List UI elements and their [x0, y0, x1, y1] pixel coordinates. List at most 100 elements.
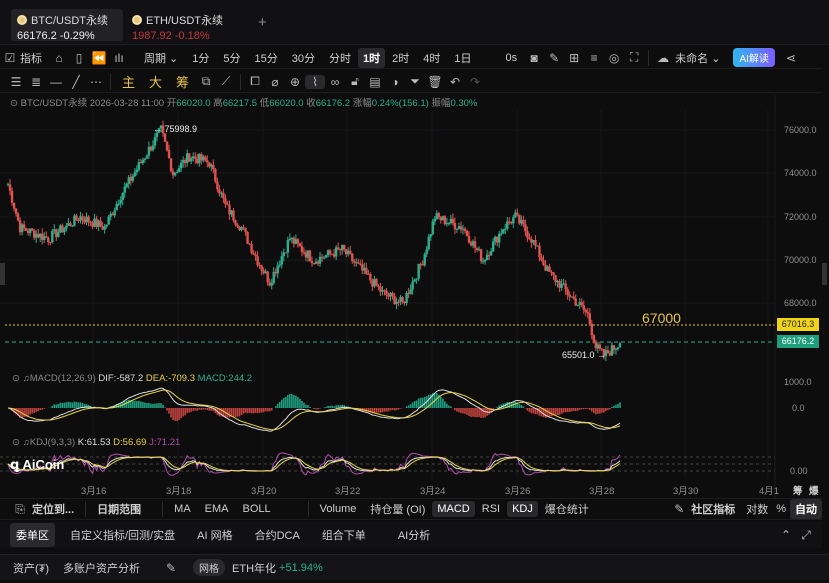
indicator-rsi[interactable]: RSI	[475, 503, 507, 515]
candle	[272, 271, 275, 283]
bell-icon[interactable]: ♫	[23, 437, 30, 448]
edit-icon[interactable]: ✎	[669, 502, 689, 516]
multi-account-analysis[interactable]: 多账户资产分析	[56, 560, 147, 576]
price-tick: 68000.0	[784, 298, 817, 308]
candle	[300, 246, 304, 252]
candle	[528, 237, 531, 239]
candle	[57, 232, 60, 238]
price-tick: 70000.0	[784, 255, 817, 265]
macd-dea: DEA:-709.3	[145, 373, 196, 384]
candle	[320, 256, 324, 258]
candle	[256, 256, 259, 265]
candle	[194, 156, 197, 159]
candle	[512, 217, 515, 224]
indicator-ma[interactable]: MA	[167, 503, 198, 515]
candle	[49, 242, 52, 244]
community-indicators-button[interactable]: 社区指标	[689, 501, 742, 517]
bell-icon[interactable]: ♫	[23, 373, 30, 384]
candle	[534, 240, 537, 246]
price-tick: 72000.0	[784, 212, 817, 222]
candle	[409, 289, 412, 295]
candle	[342, 244, 346, 250]
candle	[481, 261, 485, 263]
x-tick: 3月20	[251, 486, 277, 497]
locate-button[interactable]: 定位到...	[30, 501, 81, 517]
date-range-button[interactable]: 日期范围	[90, 501, 148, 517]
high-annotation-value: 75998.9	[164, 124, 198, 134]
grid-badge[interactable]: 网格	[193, 559, 226, 576]
candle	[288, 239, 292, 241]
indicator-liquidation[interactable]: 爆仓统计	[538, 501, 596, 517]
price-level-label: 67000	[642, 310, 681, 326]
tab-contract-dca[interactable]: 合约DCA	[248, 527, 307, 543]
chevron-up-icon[interactable]: ⌃	[776, 528, 796, 542]
candle	[504, 228, 507, 230]
candle	[75, 215, 78, 221]
indicator-volume[interactable]: Volume	[313, 503, 364, 515]
tab-combo-order[interactable]: 组合下单	[315, 527, 373, 543]
candle	[107, 216, 110, 225]
indicator-kdj[interactable]: KDJ	[507, 501, 538, 517]
liquidation-toggle[interactable]: 爆	[809, 483, 819, 497]
candle	[375, 278, 378, 286]
expand-icon[interactable]: ⤢	[796, 528, 816, 543]
candle	[153, 136, 157, 146]
candle	[377, 285, 380, 287]
chip-toggle[interactable]: 筹	[793, 483, 803, 497]
indicator-macd[interactable]: MACD	[432, 501, 475, 517]
tab-custom-indicators[interactable]: 自定义指标/回测/实盘	[63, 527, 182, 543]
tab-ai-analysis[interactable]: AI分析	[391, 527, 437, 543]
indicator-boll[interactable]: BOLL	[236, 503, 278, 515]
candle	[479, 249, 483, 262]
candle	[71, 225, 74, 227]
percent-scale-toggle[interactable]: %	[772, 503, 790, 515]
candle	[244, 228, 247, 233]
candle	[131, 176, 135, 181]
price-chart[interactable]	[0, 0, 829, 500]
locate-icon[interactable]: ⎘	[10, 502, 30, 517]
log-scale-toggle[interactable]: 对数	[742, 501, 772, 517]
candle	[365, 267, 368, 274]
price-tick: 76000.0	[784, 125, 817, 135]
candle	[429, 234, 432, 237]
auto-scale-toggle[interactable]: 自动	[790, 499, 822, 519]
candle	[167, 150, 171, 159]
candle	[413, 279, 416, 282]
candle	[588, 313, 592, 324]
candle	[500, 233, 503, 235]
assets-label[interactable]: 资产(₮)	[6, 560, 56, 576]
x-tick: 3月26	[505, 486, 531, 497]
candle	[236, 224, 239, 227]
candle	[391, 292, 394, 296]
candle	[538, 245, 541, 258]
indicator-ema[interactable]: EMA	[198, 503, 236, 515]
candle	[63, 228, 66, 233]
candle	[473, 241, 477, 248]
candle	[427, 236, 430, 250]
candle	[222, 192, 225, 199]
candle	[540, 257, 543, 261]
candle	[117, 203, 120, 205]
tab-orders[interactable]: 委单区	[10, 523, 55, 547]
candle	[163, 133, 167, 142]
macd-dif: DIF:-587.2	[98, 373, 144, 384]
candle	[51, 231, 54, 243]
candle	[423, 254, 426, 266]
candle	[99, 220, 102, 227]
tab-ai-grid[interactable]: AI 网格	[190, 527, 239, 543]
candle	[113, 210, 116, 216]
collapse-icon[interactable]: ⊙	[12, 373, 20, 384]
candle	[125, 183, 128, 187]
candle	[351, 253, 354, 262]
candle	[242, 227, 245, 229]
indicator-oi[interactable]: 持仓量 (OI)	[363, 501, 432, 517]
candle	[506, 221, 509, 229]
collapse-icon[interactable]: ⊙	[12, 437, 20, 448]
footer-bar: 资产(₮) 多账户资产分析 ✎ 网格 ETH年化 +51.94%	[0, 554, 829, 580]
candle	[260, 265, 263, 271]
candle	[522, 220, 525, 225]
divider	[85, 501, 87, 517]
edit-icon[interactable]: ✎	[161, 561, 181, 575]
candle	[115, 203, 118, 211]
candle	[568, 294, 571, 297]
